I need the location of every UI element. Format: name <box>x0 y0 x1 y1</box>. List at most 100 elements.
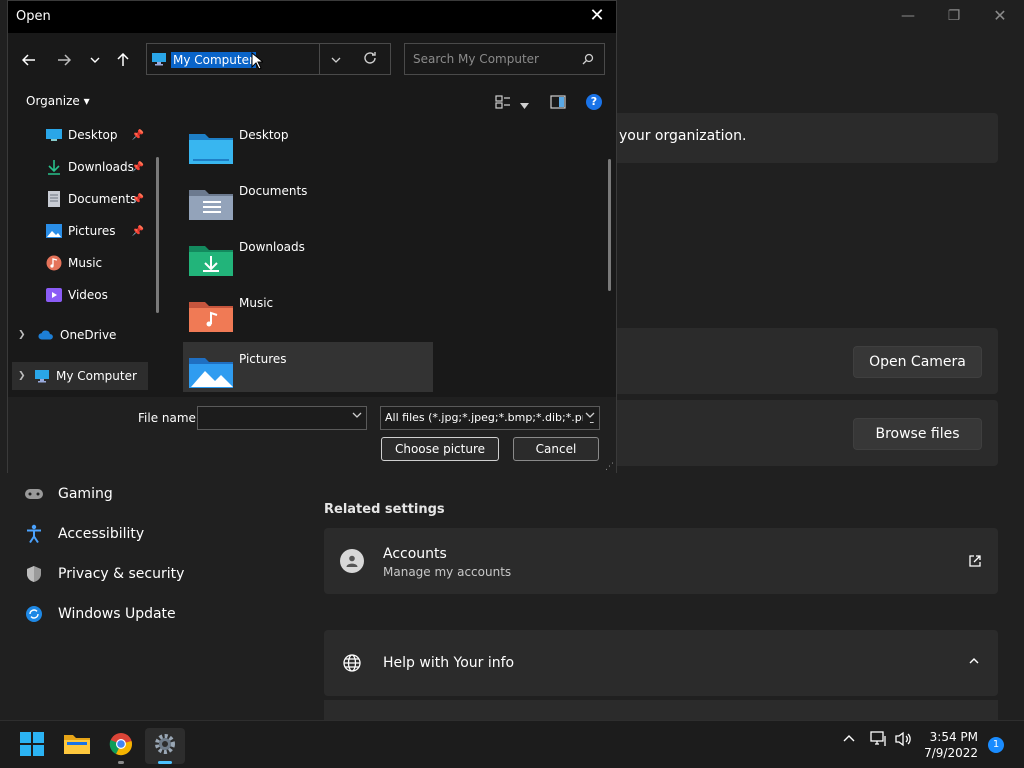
address-text[interactable]: My Computer <box>171 52 256 68</box>
nav-privacy[interactable]: Privacy & security <box>24 562 184 586</box>
up-arrow-icon[interactable] <box>112 49 134 71</box>
view-dropdown-icon[interactable] <box>520 98 529 113</box>
org-card: your organization. <box>560 113 998 163</box>
search-icon[interactable] <box>582 53 594 69</box>
computer-icon <box>151 52 167 70</box>
folder-documents-icon <box>189 188 233 224</box>
browse-files-button[interactable]: Browse files <box>853 418 982 450</box>
taskbar-chrome[interactable] <box>101 728 141 764</box>
accounts-card[interactable]: Accounts Manage my accounts <box>324 528 998 594</box>
close-window-icon[interactable]: ✕ <box>977 6 1023 26</box>
nav-accessibility[interactable]: Accessibility <box>24 522 144 546</box>
recent-locations-chevron-icon[interactable] <box>84 49 106 71</box>
sidebar-item-downloads[interactable]: Downloads 📌 <box>46 154 146 180</box>
related-settings-heading: Related settings <box>324 502 445 517</box>
taskbar: 3:54 PM 7/9/2022 1 <box>0 720 1024 768</box>
nav-label: Accessibility <box>58 526 145 542</box>
sidebar-item-desktop[interactable]: Desktop 📌 <box>46 122 146 148</box>
chevron-up-icon[interactable] <box>968 655 980 671</box>
preview-pane-icon[interactable] <box>550 95 566 113</box>
pin-icon: 📌 <box>131 129 144 141</box>
file-item-documents[interactable]: Documents <box>183 182 433 232</box>
file-item-downloads[interactable]: Downloads <box>183 238 433 288</box>
taskbar-file-explorer[interactable] <box>57 728 97 764</box>
open-camera-button[interactable]: Open Camera <box>853 346 982 378</box>
forward-arrow-icon[interactable] <box>53 49 75 71</box>
choose-picture-button[interactable]: Choose picture <box>381 437 499 461</box>
file-item-label: Desktop <box>239 128 289 142</box>
help-card[interactable]: Help with Your info <box>324 630 998 696</box>
accounts-title: Accounts <box>383 546 447 562</box>
address-dropdown-icon[interactable] <box>331 53 341 68</box>
folder-downloads-icon <box>189 244 233 280</box>
address-bar[interactable]: My Computer <box>146 43 391 75</box>
pin-icon: 📌 <box>131 161 144 173</box>
nav-label: Gaming <box>58 486 113 502</box>
taskbar-settings[interactable] <box>145 728 185 764</box>
dialog-footer: File name: All files (*.jpg;*.jpeg;*.bmp… <box>8 397 616 474</box>
nav-windows-update[interactable]: Windows Update <box>24 602 176 626</box>
minimize-icon[interactable]: — <box>885 6 931 26</box>
show-hidden-icons-chevron-icon[interactable] <box>842 731 856 747</box>
sidebar-item-videos[interactable]: Videos <box>46 282 186 308</box>
file-item-music[interactable]: Music <box>183 294 433 344</box>
sidebar-item-label: Documents <box>68 192 137 206</box>
notification-badge[interactable]: 1 <box>988 737 1004 753</box>
cancel-button[interactable]: Cancel <box>513 437 599 461</box>
pin-icon: 📌 <box>131 225 144 237</box>
sidebar-item-music[interactable]: Music <box>46 250 186 276</box>
search-box[interactable]: Search My Computer <box>404 43 605 75</box>
folder-pictures-icon <box>189 356 233 392</box>
start-button[interactable] <box>12 728 52 764</box>
sidebar-item-label: Desktop <box>68 128 118 142</box>
file-name-label: File name: <box>138 411 200 425</box>
cloud-icon <box>38 327 54 343</box>
sidebar-item-documents[interactable]: Documents 📌 <box>46 186 146 212</box>
expand-chevron-icon[interactable]: ❯ <box>18 371 34 381</box>
dialog-titlebar[interactable]: Open ✕ <box>8 1 616 33</box>
sidebar-item-my-computer[interactable]: ❯ My Computer <box>18 363 158 389</box>
org-text: your organization. <box>619 128 747 144</box>
file-name-dropdown-icon[interactable] <box>352 411 362 422</box>
sidebar-item-label: Videos <box>68 288 108 302</box>
file-type-filter-select[interactable]: All files (*.jpg;*.jpeg;*.bmp;*.dib;*.pn… <box>380 406 600 430</box>
video-icon <box>46 287 62 303</box>
pin-icon: 📌 <box>131 193 144 205</box>
filter-dropdown-icon[interactable] <box>583 411 595 422</box>
accessibility-icon <box>24 524 44 544</box>
file-type-filter-value: All files (*.jpg;*.jpeg;*.bmp;*.dib;*.pn… <box>385 411 596 424</box>
help-title: Help with Your info <box>383 655 515 671</box>
nav-gaming[interactable]: Gaming <box>24 482 113 506</box>
network-icon[interactable] <box>870 731 888 751</box>
view-options-icon[interactable] <box>495 95 511 113</box>
update-icon <box>24 604 44 624</box>
file-item-label: Downloads <box>239 240 305 254</box>
resize-grip-icon[interactable]: ⋰ <box>605 462 614 472</box>
file-item-pictures[interactable]: Pictures <box>183 350 433 400</box>
taskbar-clock[interactable]: 3:54 PM 7/9/2022 <box>924 729 978 761</box>
sidebar-item-label: Music <box>68 256 103 270</box>
back-arrow-icon[interactable] <box>18 49 40 71</box>
windows-logo-icon <box>20 732 44 760</box>
mouse-cursor-icon <box>251 51 265 74</box>
help-icon[interactable]: ? <box>586 94 602 110</box>
folder-music-icon <box>189 300 233 336</box>
file-item-desktop[interactable]: Desktop <box>183 126 433 176</box>
organize-menu[interactable]: Organize ▾ <box>26 94 90 108</box>
expand-chevron-icon[interactable]: ❯ <box>18 330 34 340</box>
volume-icon[interactable] <box>894 731 912 751</box>
clock-time: 3:54 PM <box>929 730 978 744</box>
file-list-scrollbar[interactable] <box>608 159 611 291</box>
person-icon <box>340 549 364 573</box>
accounts-subtitle: Manage my accounts <box>383 565 512 579</box>
chrome-icon <box>109 732 133 760</box>
download-icon <box>46 159 62 175</box>
restore-icon[interactable]: ❐ <box>931 6 977 26</box>
sidebar-item-pictures[interactable]: Pictures 📌 <box>46 218 146 244</box>
file-name-input[interactable] <box>197 406 367 430</box>
document-icon <box>46 191 62 207</box>
gamepad-icon <box>24 484 44 504</box>
refresh-icon[interactable] <box>363 51 377 69</box>
sidebar-item-onedrive[interactable]: ❯ OneDrive <box>18 322 158 348</box>
close-icon[interactable]: ✕ <box>586 5 608 27</box>
